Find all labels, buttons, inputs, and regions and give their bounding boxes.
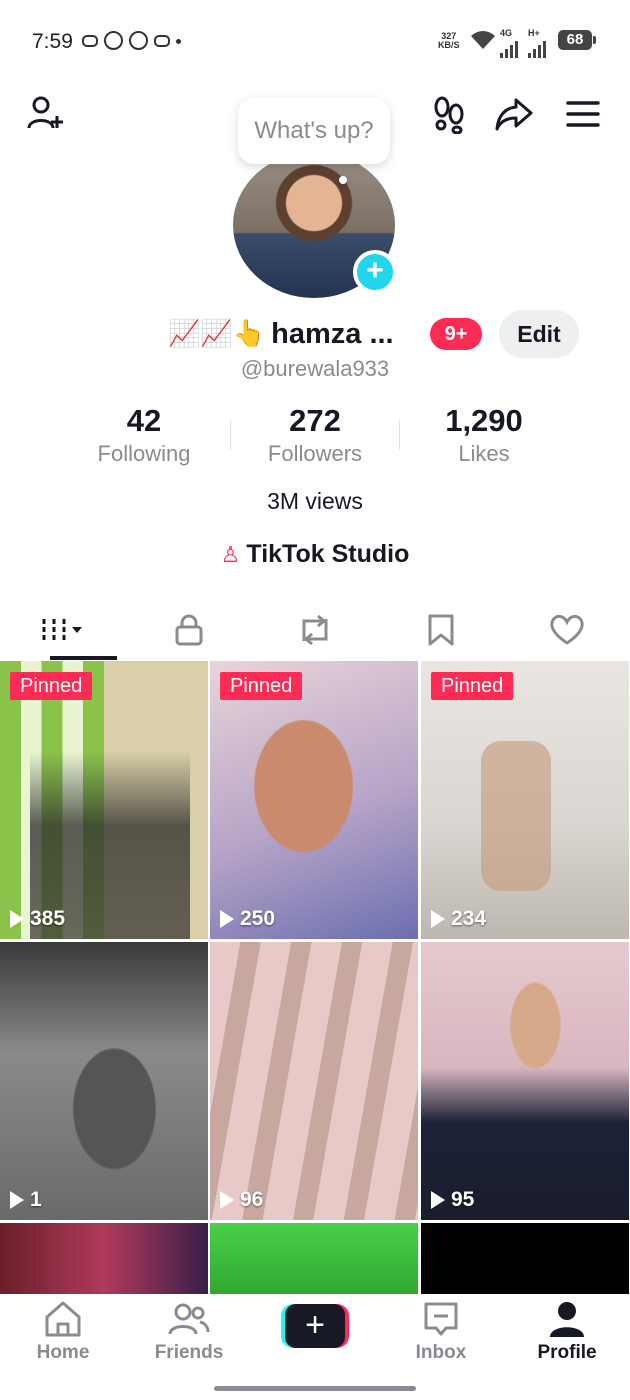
home-indicator[interactable]	[214, 1386, 416, 1391]
create-button[interactable]: +	[281, 1304, 349, 1348]
share-profile-button[interactable]	[492, 92, 536, 136]
video-tile[interactable]: 95	[421, 942, 629, 1220]
profile-views-button[interactable]	[428, 92, 472, 136]
network-type-4g: 4G	[500, 28, 518, 58]
lock-icon	[175, 614, 203, 646]
video-tile[interactable]	[210, 1223, 418, 1295]
signal-icon	[528, 38, 546, 58]
edit-profile-button[interactable]: Edit	[499, 310, 579, 358]
play-icon	[431, 910, 445, 928]
inbox-icon	[424, 1302, 458, 1336]
nav-home[interactable]: Home	[13, 1300, 113, 1364]
stat-following[interactable]: 42 Following	[54, 402, 234, 468]
wifi-icon	[471, 31, 495, 49]
play-icon	[10, 1191, 24, 1209]
video-tile[interactable]	[421, 1223, 629, 1295]
view-count: 1	[10, 1188, 42, 1212]
view-count: 250	[220, 907, 275, 931]
video-tile[interactable]: 96	[210, 942, 418, 1220]
view-count: 96	[220, 1188, 263, 1212]
video-tile[interactable]: Pinned 234	[421, 661, 629, 939]
videos-grid-icon	[42, 619, 82, 641]
video-tile[interactable]	[0, 1223, 208, 1295]
name-emojis: 📈📈👆	[168, 319, 266, 349]
view-count: 234	[431, 907, 486, 931]
friends-icon	[168, 1303, 210, 1335]
repost-icon	[302, 614, 328, 646]
pinned-badge: Pinned	[220, 672, 303, 700]
tiktok-studio-link[interactable]: ♙ TikTok Studio	[0, 540, 630, 569]
profile-name-row: 📈📈👆 hamza ...	[168, 312, 394, 356]
video-tile[interactable]: Pinned 385	[0, 661, 208, 939]
play-icon	[431, 1191, 445, 1209]
network-speed: 327 KB/S	[438, 31, 460, 50]
video-tile[interactable]: Pinned 250	[210, 661, 418, 939]
play-icon	[220, 910, 234, 928]
active-tab-indicator	[50, 656, 117, 660]
tab-favorites[interactable]	[378, 600, 504, 660]
notification-icons	[82, 31, 181, 50]
network-type-h: H+	[528, 28, 546, 58]
profile-tabs	[0, 600, 630, 660]
signal-icon	[500, 38, 518, 58]
plus-icon: +	[285, 1304, 345, 1348]
profile-icon	[550, 1302, 584, 1337]
add-story-plus-icon[interactable]: +	[353, 250, 397, 294]
add-user-icon	[27, 96, 63, 129]
play-icon	[10, 910, 24, 928]
whatsapp-icon	[104, 31, 123, 50]
play-icon	[220, 1191, 234, 1209]
stat-followers[interactable]: 272 Followers	[225, 402, 405, 468]
status-time: 7:59	[32, 30, 73, 53]
tab-reposts[interactable]	[252, 600, 378, 660]
battery-indicator: 68	[558, 30, 596, 50]
tab-liked[interactable]	[504, 600, 630, 660]
tab-private[interactable]	[126, 600, 252, 660]
profile-handle: @burewala933	[240, 356, 390, 381]
video-tile[interactable]: 1	[0, 942, 208, 1220]
footprints-icon	[434, 96, 464, 134]
whatsapp-icon	[129, 31, 148, 50]
media-icon	[154, 35, 170, 47]
nav-inbox[interactable]: Inbox	[391, 1300, 491, 1364]
nav-friends[interactable]: Friends	[139, 1300, 239, 1364]
profile-name: hamza ...	[271, 317, 394, 350]
menu-button[interactable]	[561, 92, 605, 136]
profile-avatar[interactable]: +	[233, 152, 397, 298]
notification-badge[interactable]: 9+	[430, 318, 482, 350]
pinned-badge: Pinned	[431, 672, 514, 700]
share-icon	[495, 98, 533, 131]
status-note-bubble[interactable]: What's up?	[238, 98, 390, 164]
view-count: 95	[431, 1188, 474, 1212]
profile-views: 3M views	[267, 488, 363, 514]
add-friend-button[interactable]	[24, 92, 68, 136]
tab-videos[interactable]	[0, 600, 126, 660]
stat-likes[interactable]: 1,290 Likes	[394, 402, 574, 468]
pinned-badge: Pinned	[10, 672, 93, 700]
game-icon	[82, 35, 98, 47]
nav-profile[interactable]: Profile	[517, 1300, 617, 1364]
status-bar: 7:59 327 KB/S 4G H+ 68	[0, 0, 630, 82]
more-dot-icon	[176, 39, 181, 44]
heart-icon	[550, 614, 584, 645]
hamburger-menu-icon	[566, 101, 600, 127]
bubble-tail	[339, 176, 347, 184]
studio-icon: ♙	[220, 542, 241, 567]
bookmark-icon	[428, 614, 454, 646]
view-count: 385	[10, 907, 65, 931]
home-icon	[45, 1301, 81, 1337]
